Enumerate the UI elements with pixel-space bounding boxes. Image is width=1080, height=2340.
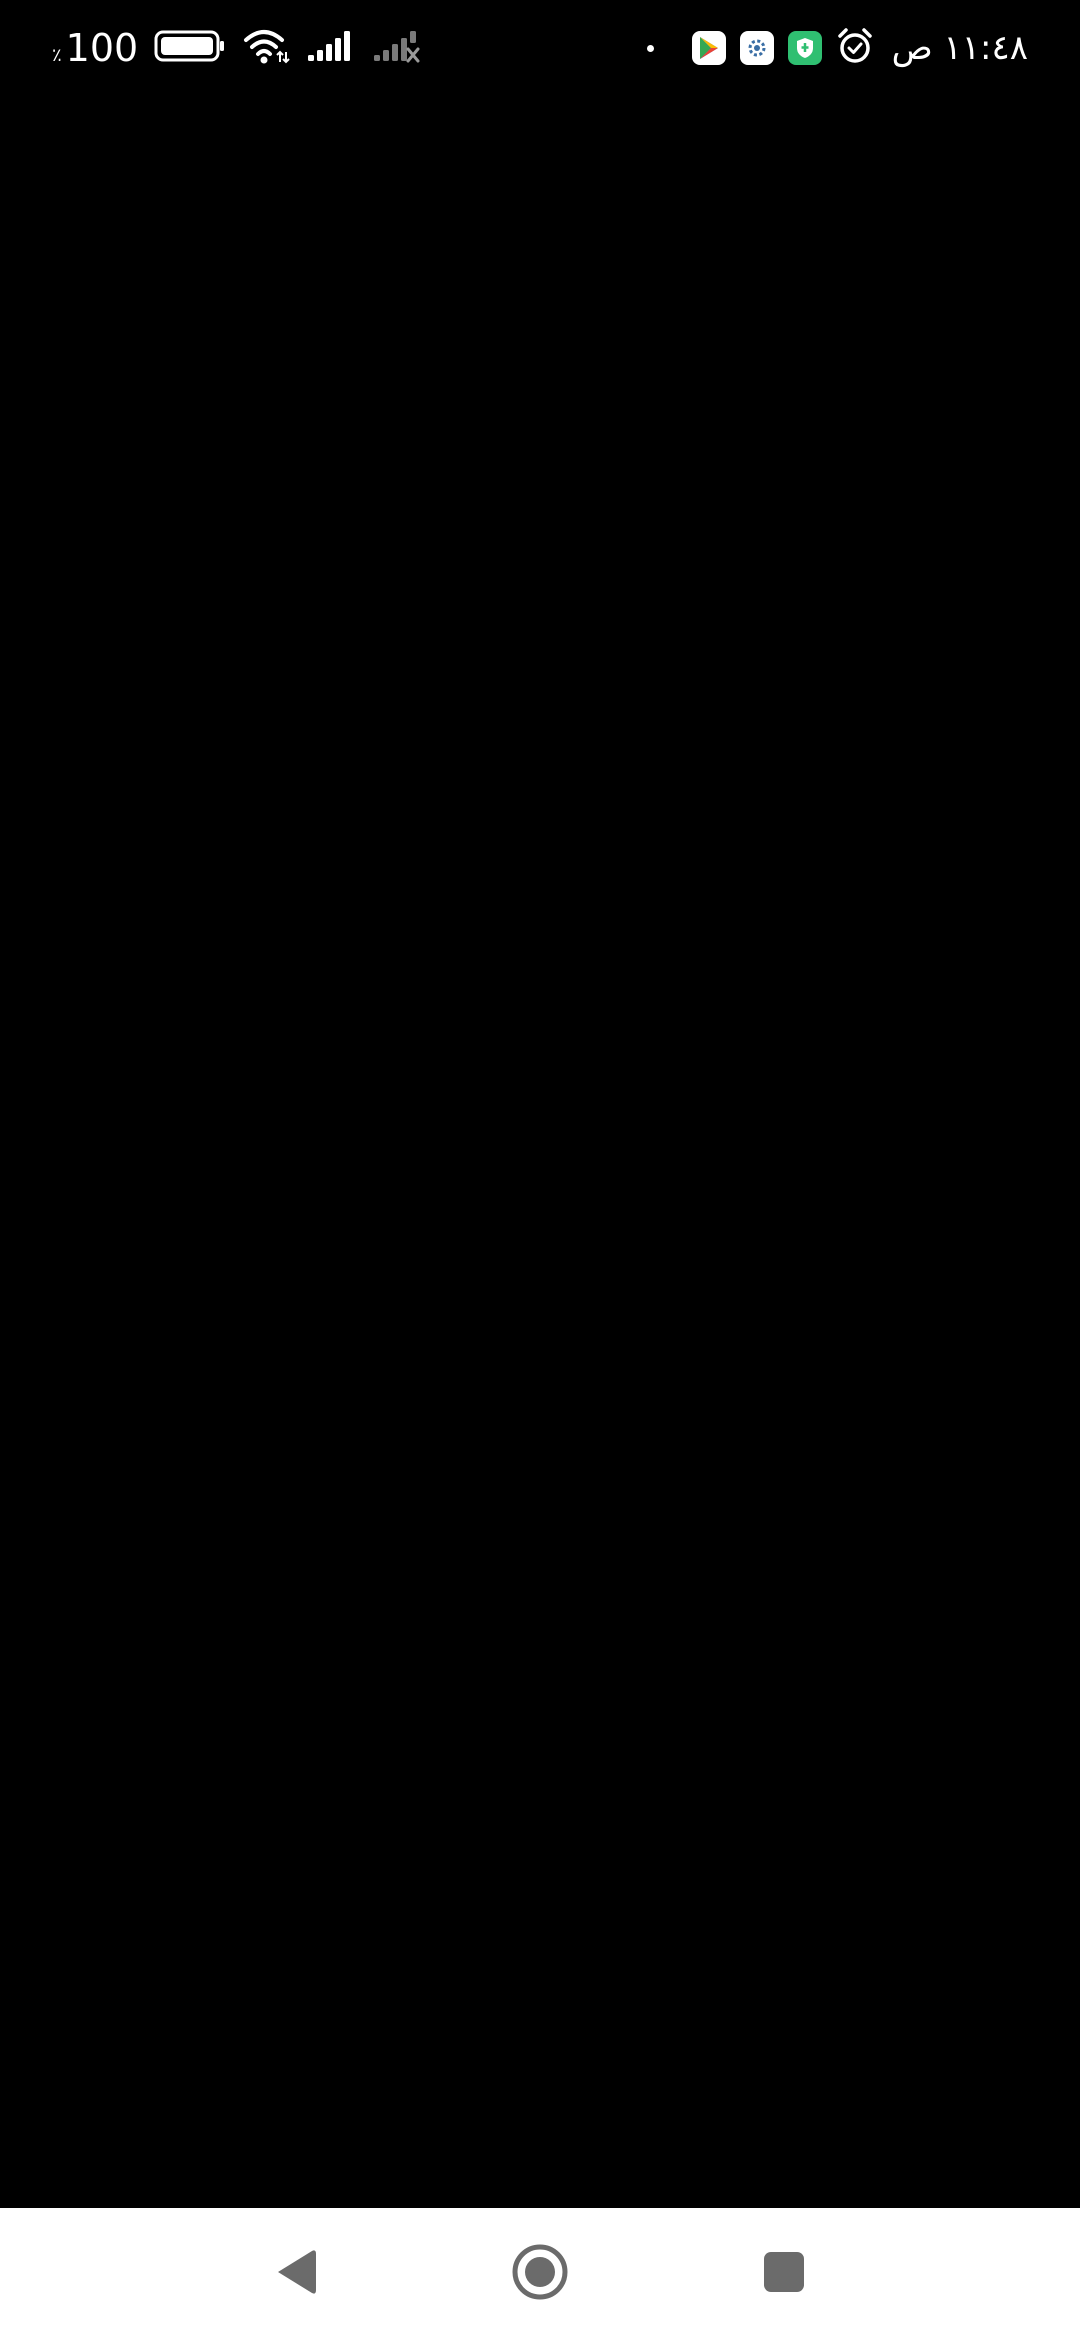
battery-full-icon — [154, 29, 226, 67]
screen: ٪ 100 ١١:٤٨ ص — [0, 0, 1080, 2340]
navigation-bar — [0, 2208, 1080, 2340]
wifi-icon — [242, 26, 290, 70]
battery-percentage: ٪ 100 — [52, 29, 138, 67]
status-left-group: ٪ 100 — [52, 22, 422, 74]
home-button[interactable] — [496, 2230, 584, 2318]
recents-button[interactable] — [740, 2230, 828, 2318]
cellular-signal-icon — [306, 29, 356, 67]
battery-percent-sign: ٪ — [52, 45, 62, 66]
google-play-icon — [691, 31, 726, 65]
alarm-clock-icon — [836, 27, 874, 69]
settings-gear-app-icon — [739, 31, 774, 65]
status-bar: ٪ 100 ١١:٤٨ ص — [0, 0, 1080, 96]
status-clock: ١١:٤٨ ص — [891, 28, 1028, 68]
recents-square-icon — [762, 2250, 806, 2298]
status-right-group: ١١:٤٨ ص — [646, 22, 1028, 74]
cellular-signal-no-service-icon — [372, 29, 422, 67]
back-triangle-icon — [274, 2247, 318, 2301]
notification-dot-icon — [646, 44, 654, 52]
home-circle-icon — [510, 2242, 570, 2306]
battery-percent-value: 100 — [65, 26, 139, 70]
back-button[interactable] — [252, 2230, 340, 2318]
shield-security-app-icon — [787, 31, 822, 65]
